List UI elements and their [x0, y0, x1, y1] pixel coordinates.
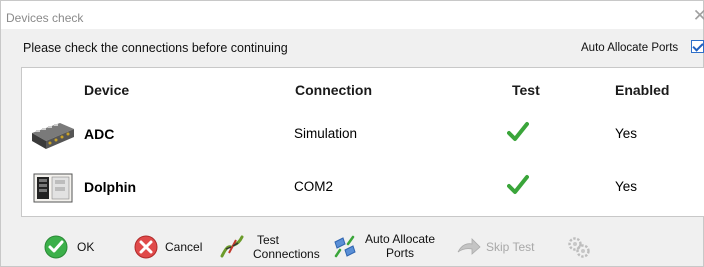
auto-allocate-checkbox-label: Auto Allocate Ports [581, 42, 679, 54]
auto-allocate-label-1: Auto Allocate [365, 232, 436, 246]
header-enabled: Enabled [615, 82, 670, 98]
table-row[interactable]: ADC Simulation Yes [22, 111, 704, 157]
gears-button[interactable] [566, 231, 596, 263]
connection-value: COM2 [294, 179, 334, 194]
forward-arrow-icon [457, 238, 481, 255]
title-bar: Devices check ✕ [1, 1, 704, 29]
ok-button[interactable]: OK [43, 231, 103, 263]
green-check-circle-icon [44, 235, 68, 259]
instruction-text: Please check the connections before cont… [23, 41, 288, 55]
plug-arrows-icon [334, 235, 356, 258]
header-device: Device [84, 82, 130, 98]
checkmark-icon [507, 122, 529, 141]
auto-allocate-label: Auto Allocate Ports [581, 42, 678, 54]
enabled-value: Yes [615, 126, 638, 141]
header-test: Test [512, 82, 540, 98]
cancel-label: Cancel [165, 240, 203, 254]
ok-label: OK [77, 240, 95, 254]
device-name: Dolphin [84, 179, 137, 195]
test-connections-button[interactable]: Test Connections [219, 231, 323, 263]
devices-table: Device Connection Test Enabled ADC Simul… [21, 67, 704, 217]
cancel-button[interactable]: Cancel [133, 231, 205, 263]
header-connection: Connection [295, 82, 372, 98]
test-connections-label-1: Test [257, 233, 280, 247]
test-connections-label-2: Connections [253, 247, 320, 261]
adc-device-icon [32, 123, 74, 149]
device-name: ADC [84, 126, 115, 142]
gears-icon [568, 237, 590, 258]
skip-test-label: Skip Test [486, 240, 535, 254]
skip-test-button[interactable]: Skip Test [456, 231, 546, 263]
broken-wire-icon [220, 235, 244, 258]
checkmark-icon [507, 175, 529, 194]
table-row[interactable]: Dolphin COM2 Yes [22, 164, 704, 210]
enabled-value: Yes [615, 179, 638, 194]
red-x-circle-icon [134, 235, 158, 259]
connection-value: Simulation [294, 126, 358, 141]
auto-allocate-checkbox[interactable] [691, 40, 704, 53]
auto-allocate-ports-button[interactable]: Auto Allocate Ports [331, 231, 441, 263]
devices-check-dialog: Devices check ✕ Please check the connect… [0, 0, 704, 267]
dialog-title: Devices check [6, 11, 84, 25]
close-icon[interactable]: ✕ [693, 7, 704, 24]
auto-allocate-label-2: Ports [386, 246, 415, 260]
dolphin-device-icon [33, 173, 73, 203]
